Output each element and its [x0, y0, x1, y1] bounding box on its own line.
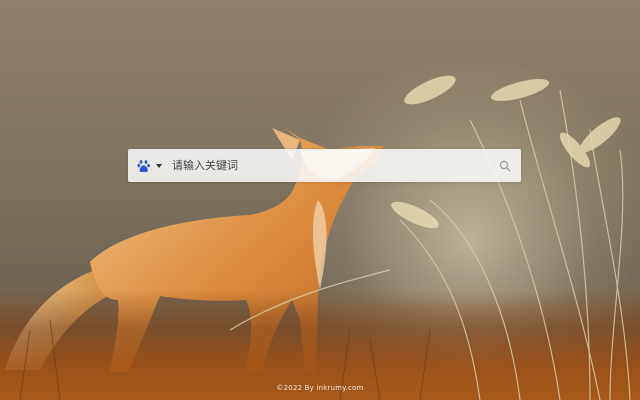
copyright-text: ©2022 By inkrumy.com	[276, 384, 364, 392]
background-photo	[0, 0, 640, 400]
search-engine-selector[interactable]	[128, 149, 168, 182]
search-input[interactable]	[168, 149, 489, 182]
search-bar	[128, 149, 521, 182]
search-button[interactable]	[489, 149, 521, 182]
grass-image	[19, 75, 631, 400]
chevron-down-icon	[156, 163, 162, 168]
baidu-paw-icon	[137, 159, 150, 172]
new-tab-page: ©2022 By inkrumy.com	[0, 0, 640, 400]
magnifier-icon	[499, 160, 511, 172]
